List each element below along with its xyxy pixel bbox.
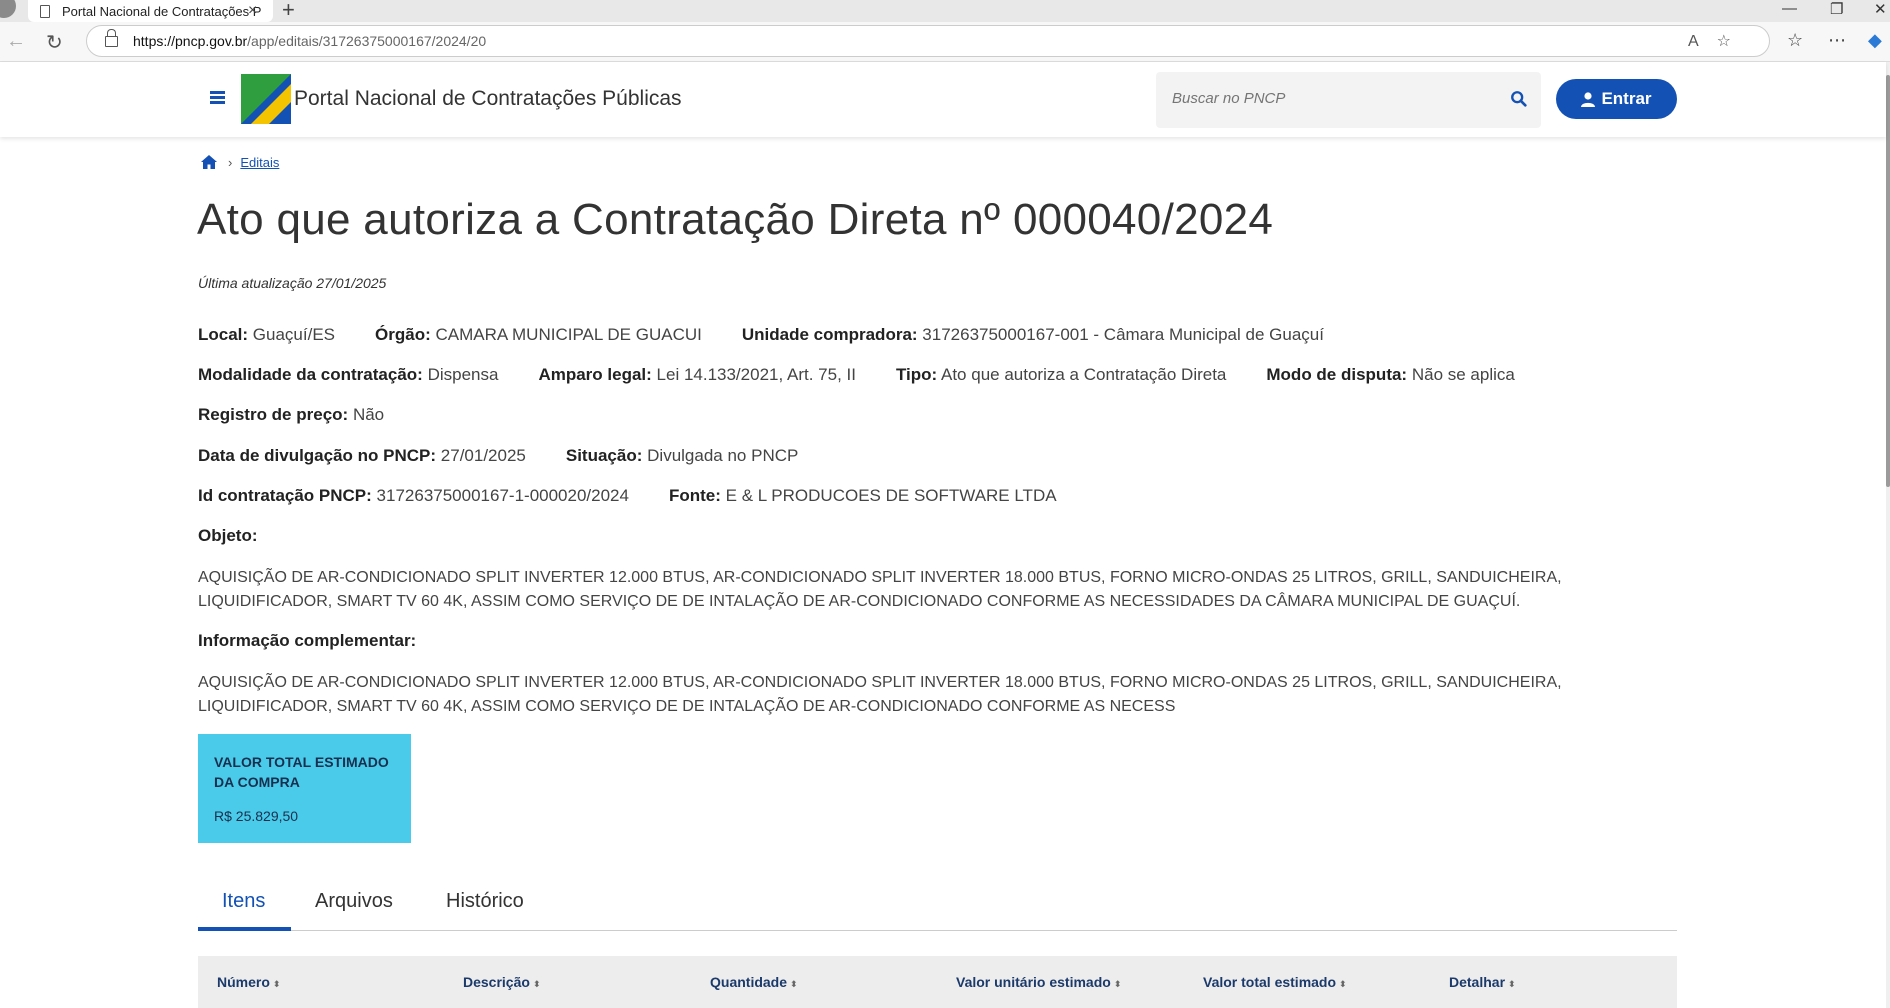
more-options-icon[interactable]: ⋯ xyxy=(1828,30,1846,51)
tab-historico[interactable]: Histórico xyxy=(446,890,524,913)
menu-icon[interactable] xyxy=(210,91,225,104)
site-header: Portal Nacional de Contratações Públicas… xyxy=(0,62,1886,137)
info-row-5: Id contratação PNCP: 31726375000167-1-00… xyxy=(198,486,1097,506)
content-tabs: Itens Arquivos Histórico xyxy=(198,880,1677,931)
sort-icon[interactable]: ⬍ xyxy=(790,979,798,989)
chevron-right-icon: › xyxy=(228,154,233,170)
situacao-label: Situação: xyxy=(565,446,643,465)
breadcrumb-editais-link[interactable]: Editais xyxy=(240,155,279,170)
info-row-3: Registro de preço: Não xyxy=(198,405,424,425)
login-label: Entrar xyxy=(1601,89,1652,108)
copilot-icon[interactable]: ◆ xyxy=(1868,30,1882,51)
close-tab-icon[interactable]: × xyxy=(248,2,257,20)
restore-icon[interactable]: ❐ xyxy=(1830,0,1843,18)
sort-icon[interactable]: ⬍ xyxy=(533,979,541,989)
info-label: Informação complementar: xyxy=(198,631,417,650)
registro-label: Registro de preço: xyxy=(198,405,349,424)
close-window-icon[interactable]: ✕ xyxy=(1874,0,1887,18)
reload-icon[interactable]: ↻ xyxy=(46,30,63,55)
page-title: Ato que autoriza a Contratação Direta nº… xyxy=(197,195,1274,244)
unidade-label: Unidade compradora: xyxy=(741,325,918,344)
tab-itens[interactable]: Itens xyxy=(222,890,265,913)
objeto-heading: Objeto: xyxy=(198,526,258,546)
info-row-1: Local: Guaçuí/ES Órgão: CAMARA MUNICIPAL… xyxy=(198,325,1364,345)
info-heading: Informação complementar: xyxy=(198,631,416,651)
data-label: Data de divulgação no PNCP: xyxy=(198,446,437,465)
registro-value: Não xyxy=(352,405,385,424)
id-value: 31726375000167-1-000020/2024 xyxy=(376,486,629,505)
tab-arquivos[interactable]: Arquivos xyxy=(315,890,393,913)
tab-title: Portal Nacional de Contratações P xyxy=(62,3,262,19)
search-input[interactable] xyxy=(1172,90,1492,107)
column-numero[interactable]: Número ⬍ xyxy=(217,974,280,990)
info-row-4: Data de divulgação no PNCP: 27/01/2025 S… xyxy=(198,446,838,466)
url-text[interactable]: https://pncp.gov.br/app/editais/31726375… xyxy=(133,33,486,49)
column-quantidade[interactable]: Quantidade ⬍ xyxy=(710,974,798,990)
modo-value: Não se aplica xyxy=(1411,365,1515,384)
orgao-value: CAMARA MUNICIPAL DE GUACUI xyxy=(435,325,702,344)
situacao-value: Divulgada no PNCP xyxy=(647,446,799,465)
column-descricao[interactable]: Descrição ⬍ xyxy=(463,974,540,990)
new-tab-icon[interactable]: + xyxy=(282,0,295,23)
tipo-label: Tipo: xyxy=(895,365,938,384)
estimated-value-card: VALOR TOTAL ESTIMADO DA COMPRA R$ 25.829… xyxy=(198,734,411,843)
lock-icon xyxy=(105,29,118,47)
local-value: Guaçuí/ES xyxy=(252,325,336,344)
back-icon[interactable]: ← xyxy=(6,30,26,53)
estimated-value: R$ 25.829,50 xyxy=(214,808,299,824)
data-value: 27/01/2025 xyxy=(440,446,526,465)
breadcrumb: › Editais xyxy=(200,154,279,170)
estimated-value-label: VALOR TOTAL ESTIMADO DA COMPRA xyxy=(214,754,389,790)
favorites-icon[interactable]: ☆ xyxy=(1787,30,1803,51)
objeto-text: AQUISIÇÃO DE AR-CONDICIONADO SPLIT INVER… xyxy=(198,569,1562,610)
column-valor-total[interactable]: Valor total estimado ⬍ xyxy=(1203,974,1347,990)
address-bar[interactable]: https://pncp.gov.br/app/editais/31726375… xyxy=(86,25,1770,57)
profile-icon[interactable] xyxy=(0,0,16,18)
search-box xyxy=(1156,72,1541,128)
orgao-label: Órgão: xyxy=(375,325,431,344)
modo-label: Modo de disputa: xyxy=(1266,365,1408,384)
last-updated: Última atualização 27/01/2025 xyxy=(198,275,387,291)
id-label: Id contratação PNCP: xyxy=(198,486,372,505)
amparo-label: Amparo legal: xyxy=(538,365,652,384)
column-detalhar[interactable]: Detalhar ⬍ xyxy=(1449,974,1516,990)
pncp-logo[interactable] xyxy=(241,74,291,124)
local-label: Local: xyxy=(198,325,249,344)
objeto-label: Objeto: xyxy=(198,526,258,545)
browser-toolbar: ← ↻ https://pncp.gov.br/app/editais/3172… xyxy=(0,22,1890,62)
modalidade-label: Modalidade da contratação: xyxy=(198,365,423,384)
scrollbar-thumb[interactable] xyxy=(1886,75,1890,487)
search-icon[interactable] xyxy=(1510,90,1528,108)
fonte-value: E & L PRODUCOES DE SOFTWARE LTDA xyxy=(725,486,1057,505)
unidade-value: 31726375000167-001 - Câmara Municipal de… xyxy=(922,325,1324,344)
sort-icon[interactable]: ⬍ xyxy=(1339,979,1347,989)
modalidade-value: Dispensa xyxy=(427,365,499,384)
amparo-value: Lei 14.133/2021, Art. 75, II xyxy=(656,365,856,384)
column-valor-unitario[interactable]: Valor unitário estimado ⬍ xyxy=(956,974,1121,990)
read-aloud-icon[interactable]: A☆ xyxy=(1688,31,1749,51)
info-row-2: Modalidade da contratação: Dispensa Ampa… xyxy=(198,365,1555,385)
sort-icon[interactable]: ⬍ xyxy=(273,979,281,989)
browser-tab[interactable]: Portal Nacional de Contratações P xyxy=(28,0,273,22)
items-table-header: Número ⬍ Descrição ⬍ Quantidade ⬍ Valor uni… xyxy=(198,956,1677,1008)
browser-tabbar: Portal Nacional de Contratações P × + — … xyxy=(0,0,1890,22)
sort-icon[interactable]: ⬍ xyxy=(1114,979,1122,989)
favorite-star-icon[interactable]: ☆ xyxy=(1717,33,1749,50)
login-button[interactable]: Entrar xyxy=(1556,79,1677,119)
sort-icon[interactable]: ⬍ xyxy=(1508,979,1516,989)
active-tab-indicator xyxy=(198,927,291,931)
tipo-value: Ato que autoriza a Contratação Direta xyxy=(941,365,1227,384)
minimize-icon[interactable]: — xyxy=(1782,0,1797,17)
info-text: AQUISIÇÃO DE AR-CONDICIONADO SPLIT INVER… xyxy=(198,674,1562,715)
user-icon xyxy=(1581,91,1596,107)
document-icon xyxy=(40,4,50,18)
home-icon[interactable] xyxy=(200,154,218,170)
fonte-label: Fonte: xyxy=(668,486,721,505)
site-title[interactable]: Portal Nacional de Contratações Públicas xyxy=(294,87,682,111)
